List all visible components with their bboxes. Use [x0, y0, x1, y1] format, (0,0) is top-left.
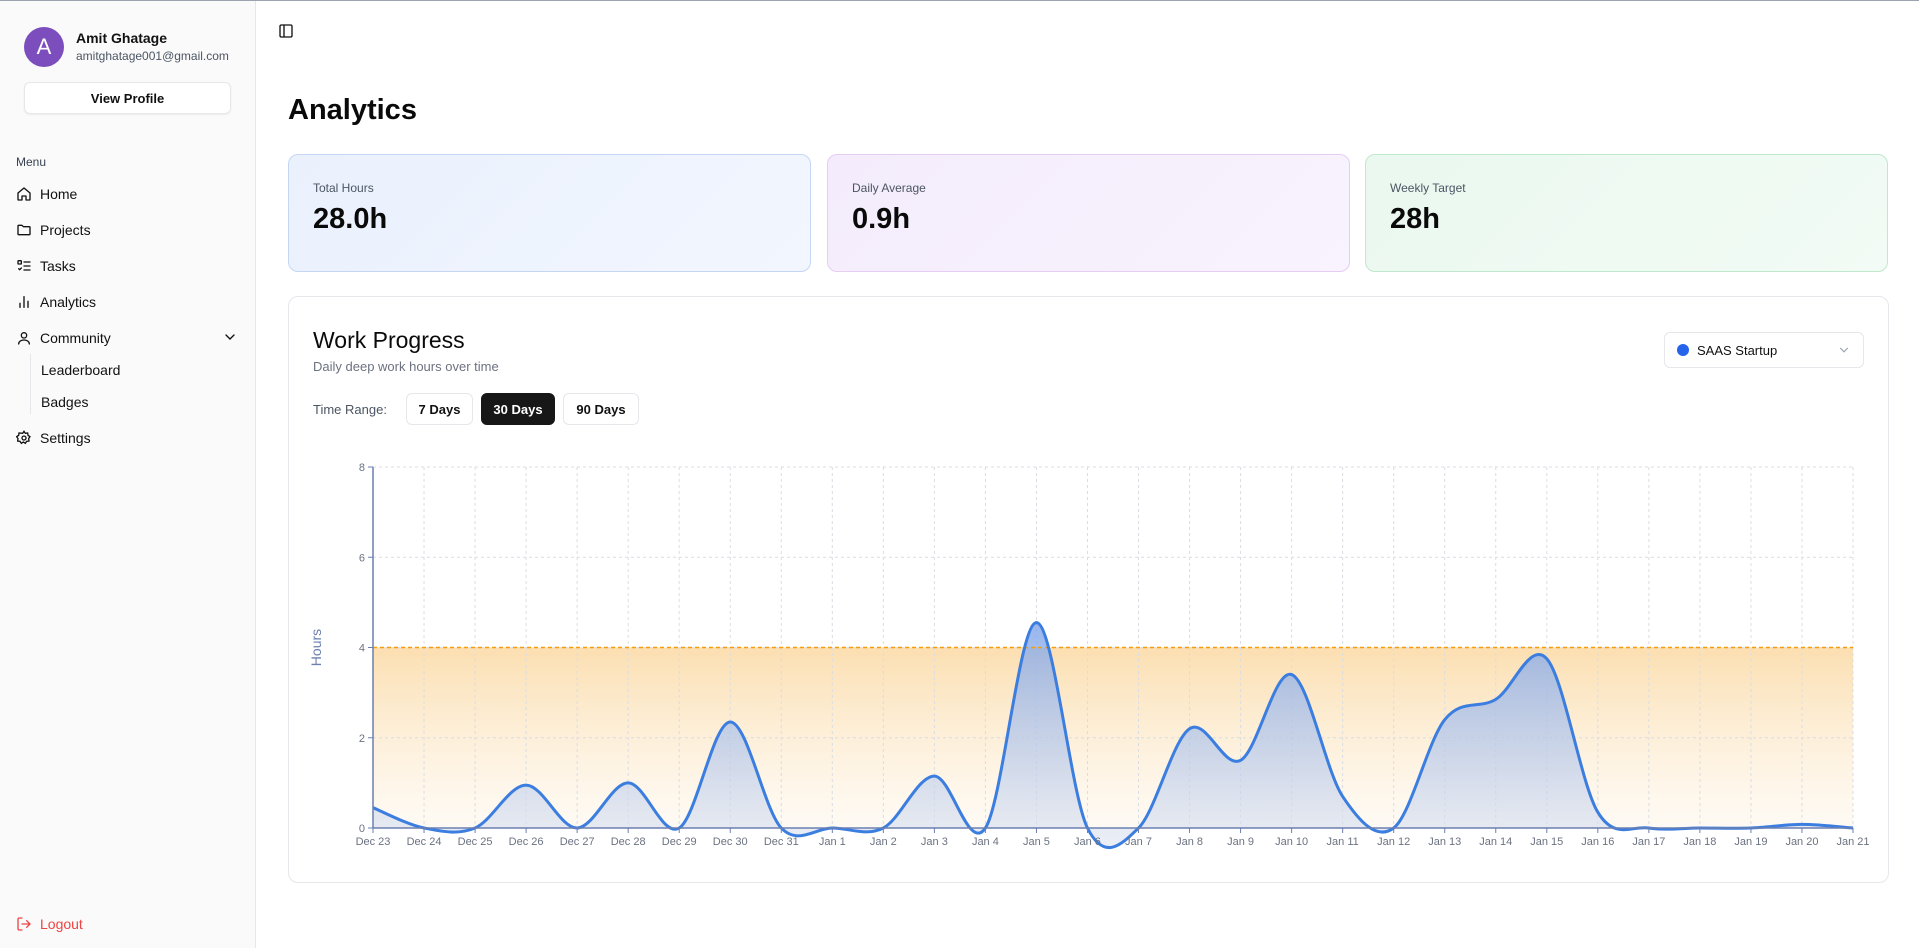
x-tick-label: Jan 7	[1125, 836, 1152, 848]
stat-card-weekly-target: Weekly Target 28h	[1365, 154, 1888, 272]
x-tick-label: Jan 15	[1530, 836, 1563, 848]
y-tick-label: 0	[359, 823, 365, 835]
x-tick-label: Jan 21	[1836, 836, 1869, 848]
menu-label: Menu	[16, 155, 47, 169]
sidebar-item-label: Projects	[40, 222, 91, 238]
y-axis-label: Hours	[308, 629, 324, 666]
x-tick-label: Jan 6	[1074, 836, 1101, 848]
x-tick-label: Jan 11	[1327, 836, 1359, 848]
submenu-divider	[30, 354, 31, 414]
y-tick-label: 4	[359, 643, 365, 655]
stat-value: 28h	[1390, 203, 1440, 235]
chevron-down-icon[interactable]	[222, 329, 238, 345]
x-tick-label: Jan 8	[1176, 836, 1203, 848]
x-tick-label: Dec 25	[458, 836, 493, 848]
gear-icon	[16, 430, 31, 445]
x-tick-label: Dec 26	[509, 836, 544, 848]
sidebar-item-settings[interactable]: Settings	[16, 428, 91, 448]
x-tick-label: Dec 30	[713, 836, 748, 848]
x-tick-label: Jan 10	[1275, 836, 1308, 848]
x-tick-label: Dec 28	[611, 836, 646, 848]
profile-email: amitghatage001@gmail.com	[76, 49, 229, 63]
x-tick-label: Dec 27	[560, 836, 595, 848]
stat-value: 0.9h	[852, 203, 911, 235]
stat-card-total-hours: Total Hours 28.0h	[288, 154, 811, 272]
x-tick-label: Jan 5	[1023, 836, 1050, 848]
sidebar-item-tasks[interactable]: Tasks	[16, 256, 76, 276]
sidebar-item-label: Analytics	[40, 294, 97, 310]
sidebar-subitem-badges[interactable]: Badges	[41, 394, 88, 410]
sidebar-subitem-leaderboard[interactable]: Leaderboard	[41, 362, 120, 378]
sidebar-item-projects[interactable]: Projects	[16, 220, 91, 240]
home-icon	[17, 187, 31, 201]
stat-card-daily-average: Daily Average 0.9h	[827, 154, 1350, 272]
y-tick-label: 8	[359, 462, 365, 474]
x-tick-label: Jan 14	[1479, 836, 1512, 848]
sidebar-item-analytics[interactable]: Analytics	[16, 292, 96, 312]
x-tick-label: Jan 20	[1785, 836, 1818, 848]
logout-label: Logout	[40, 916, 83, 932]
x-tick-label: Jan 18	[1683, 836, 1716, 848]
x-tick-label: Dec 31	[764, 836, 799, 848]
x-tick-label: Jan 13	[1428, 836, 1461, 848]
sidebar-item-label: Community	[40, 330, 111, 346]
x-tick-label: Dec 29	[662, 836, 697, 848]
stat-label: Total Hours	[313, 181, 374, 195]
sidebar-item-label: Settings	[40, 430, 91, 446]
page-title: Analytics	[288, 94, 417, 126]
stat-value: 28.0h	[313, 203, 388, 235]
sidebar-item-home[interactable]: Home	[16, 184, 77, 204]
x-tick-label: Jan 9	[1227, 836, 1254, 848]
sidebar-item-label: Home	[40, 186, 78, 202]
avatar[interactable]: A	[24, 27, 64, 67]
view-profile-button[interactable]: View Profile	[24, 82, 231, 114]
x-tick-label: Jan 19	[1734, 836, 1767, 848]
x-tick-label: Dec 24	[407, 836, 442, 848]
sidebar-toggle-icon[interactable]	[278, 23, 294, 39]
list-todo-icon	[17, 260, 31, 271]
work-progress-card: Work Progress Daily deep work hours over…	[288, 296, 1889, 883]
logout-button[interactable]: Logout	[16, 916, 83, 932]
sidebar-item-label: Tasks	[40, 258, 76, 274]
work-progress-chart: 0 2 4 6 8 Dec 23 Dec 24 Dec 25 Dec 26 Dec 27 Dec 2…	[308, 462, 1870, 850]
x-tick-label: Dec 23	[356, 836, 391, 848]
x-tick-label: Jan 16	[1581, 836, 1614, 848]
stat-label: Daily Average	[852, 181, 926, 195]
profile-name: Amit Ghatage	[76, 30, 168, 46]
folder-icon	[17, 224, 31, 236]
x-tick-label: Jan 2	[870, 836, 897, 848]
x-tick-label: Jan 17	[1632, 836, 1665, 848]
x-tick-label: Jan 12	[1377, 836, 1410, 848]
bar-chart-icon	[19, 296, 29, 308]
y-tick-label: 2	[359, 733, 365, 745]
sidebar: A Amit Ghatage amitghatage001@gmail.com …	[0, 1, 256, 948]
sidebar-item-community[interactable]: Community	[16, 328, 111, 348]
x-tick-label: Jan 1	[819, 836, 846, 848]
logout-icon	[17, 917, 31, 931]
x-tick-label: Jan 3	[921, 836, 948, 848]
stat-label: Weekly Target	[1390, 181, 1466, 195]
profile: A Amit Ghatage amitghatage001@gmail.com	[24, 27, 229, 67]
y-tick-label: 6	[359, 552, 365, 564]
x-tick-label: Jan 4	[972, 836, 999, 848]
user-icon	[18, 332, 30, 345]
